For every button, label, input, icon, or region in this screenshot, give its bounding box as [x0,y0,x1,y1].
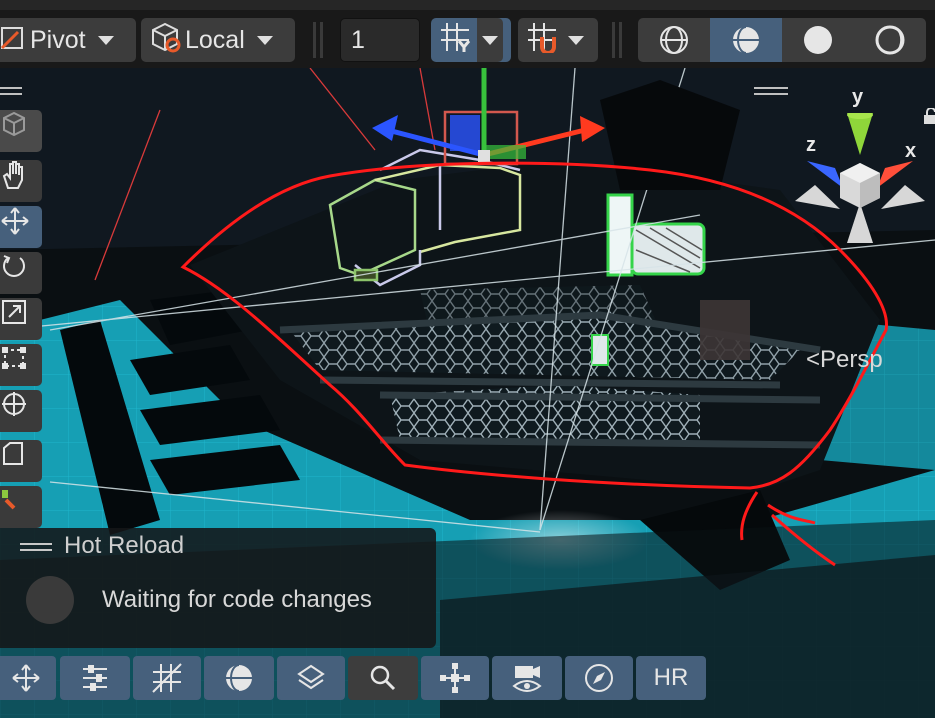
grid-icon [152,663,182,693]
custom-color-tool-button[interactable] [0,486,42,528]
toolbar-separator [619,22,622,58]
grid-snap-caret[interactable] [477,18,503,62]
hand-icon [2,161,23,189]
gizmo-z-label: z [806,134,816,156]
pivot-dropdown[interactable]: Pivot [0,18,136,62]
compass-icon [585,664,613,692]
rotate-tool-button[interactable] [0,252,42,294]
shading-shaded-wire-button[interactable] [710,18,782,62]
toolbar-separator [320,22,323,58]
bottom-grid-button[interactable] [133,656,201,700]
chevron-down-icon [97,35,114,45]
move-tool-button[interactable] [0,206,42,248]
scale-tool-button[interactable] [0,298,42,340]
rotate-icon [3,255,25,277]
local-label: Local [185,25,245,54]
local-cube-icon [149,21,181,60]
rect-icon [2,347,26,369]
orientation-gizmo[interactable] [795,113,925,243]
scene-toolbar: Pivot Local 1 [0,0,935,68]
sphere-icon [226,664,252,692]
bottom-layers-button[interactable] [277,656,345,700]
snap-magnet-icon [526,21,558,60]
scale-nodes-icon [440,663,470,693]
layers-icon [297,664,325,690]
grid-snap-icon [439,21,471,60]
local-dropdown[interactable]: Local [141,18,295,62]
snap-toggle[interactable] [518,18,598,62]
hot-reload-panel: Hot Reload Waiting for code changes [0,528,436,648]
custom-color-tool-icon [2,490,16,510]
snap-increment-field[interactable]: 1 [340,18,420,62]
shading-wireframe-button[interactable] [638,18,710,62]
scale-icon [2,300,26,324]
rect-tool-button[interactable] [0,344,42,386]
hand-tool-button[interactable] [0,160,42,202]
shading-unlit-button[interactable] [782,18,854,62]
move-icon [1,207,29,235]
shading-wireframe-icon [660,26,688,55]
move-icon [12,664,40,692]
hot-reload-title: Hot Reload [64,532,185,559]
toolbar-top-strip [0,0,935,10]
snap-increment-value: 1 [351,25,365,54]
gizmo-y-label: y [852,86,864,108]
camera-eye-icon [512,666,542,692]
projection-toggle[interactable]: <Persp [806,346,883,374]
pivot-icon [0,24,26,57]
projection-label: Persp [820,346,883,373]
drag-handle-icon[interactable] [20,542,52,552]
chevron-left-icon: < [806,346,821,373]
search-icon [370,665,396,691]
bottom-sliders-button[interactable] [60,656,130,700]
custom-tool-icon [3,442,23,465]
gizmo-x-label: x [905,140,917,162]
toolbar-separator [612,22,615,58]
pivot-label: Pivot [30,25,86,54]
shading-lit-button[interactable] [854,18,926,62]
bottom-search-button[interactable] [348,656,418,700]
grid-snap-toggle[interactable] [431,18,511,62]
shading-lit-icon [875,25,905,55]
bottom-camera-button[interactable] [492,656,562,700]
shading-shaded-icon [733,26,759,54]
right-overlay-menu-icon[interactable] [754,86,788,96]
chevron-down-icon [482,35,498,45]
sliders-icon [83,665,107,691]
chevron-down-icon [256,35,273,45]
view-tool-button[interactable] [0,110,42,152]
bottom-sphere-button[interactable] [204,656,274,700]
toolbar-separator [313,22,316,58]
left-overlay-menu-icon[interactable] [0,86,26,96]
view-cube-icon [3,111,25,137]
hr-label: HR [653,664,689,691]
transform-icon [2,392,26,416]
hot-reload-status: Waiting for code changes [102,586,372,613]
bottom-compass-button[interactable] [565,656,633,700]
status-indicator [26,576,74,624]
bottom-hr-button[interactable]: HR [636,656,706,700]
bottom-move-button[interactable] [0,656,56,700]
bottom-scale-nodes-button[interactable] [421,656,489,700]
chevron-down-icon [568,35,584,45]
custom-tool-button[interactable] [0,440,42,482]
shading-unlit-icon [804,26,832,54]
transform-tool-button[interactable] [0,390,42,432]
